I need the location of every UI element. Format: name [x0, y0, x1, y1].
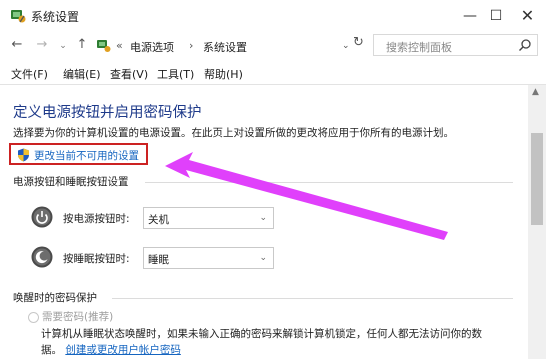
page-description: 选择要为你的计算机设置的电源设置。在此页上对设置所做的更改将应用于你所有的电源计… [13, 127, 454, 139]
control-panel-icon [97, 40, 111, 52]
section-divider [112, 298, 513, 299]
wake-explanation-prefix: 据。 [41, 344, 62, 356]
search-icon[interactable] [518, 38, 532, 52]
control-panel-icon [11, 10, 26, 23]
power-icon [31, 206, 53, 228]
page-title: 定义电源按钮并启用密码保护 [13, 105, 202, 121]
require-password-radio[interactable] [28, 312, 39, 323]
power-button-value: 关机 [148, 214, 169, 226]
address-dropdown-button[interactable]: ⌄ [342, 41, 350, 51]
menu-help[interactable]: 帮助(H) [204, 66, 243, 82]
breadcrumb-overflow[interactable]: « [116, 39, 123, 52]
back-button[interactable]: ← [8, 37, 26, 52]
wake-explanation-line2: 据。 创建或更改用户帐户密码 [41, 342, 181, 357]
forward-button[interactable]: → [33, 37, 51, 52]
close-button[interactable]: ✕ [509, 0, 546, 32]
scrollbar-thumb[interactable] [531, 133, 543, 225]
sleep-button-value: 睡眠 [148, 254, 169, 266]
menu-file[interactable]: 文件(F) [11, 66, 48, 82]
vertical-scrollbar[interactable]: ▲ [528, 85, 546, 359]
title-bar: 系统设置 — ☐ ✕ [0, 0, 546, 32]
search-placeholder: 搜索控制面板 [386, 41, 452, 54]
window-title: 系统设置 [31, 10, 80, 24]
require-password-label: 需要密码(推荐) [42, 311, 114, 323]
breadcrumb-separator: › [189, 39, 194, 52]
power-button-label: 按电源按钮时: [63, 213, 130, 225]
scroll-up-icon[interactable]: ▲ [532, 87, 539, 97]
address-bar[interactable]: « 电源选项 › 系统设置 ⌄ [93, 35, 365, 57]
menu-edit[interactable]: 编辑(E) [63, 66, 101, 82]
power-section-title: 电源按钮和睡眠按钮设置 [13, 176, 129, 188]
breadcrumb-power-options[interactable]: 电源选项 [130, 39, 174, 55]
main-content: 定义电源按钮并启用密码保护 选择要为你的计算机设置的电源设置。在此页上对设置所做… [0, 85, 528, 359]
section-divider [145, 182, 513, 183]
create-change-password-link[interactable]: 创建或更改用户帐户密码 [65, 344, 181, 356]
change-unavailable-settings-link[interactable]: 更改当前不可用的设置 [34, 148, 139, 163]
sleep-button-label: 按睡眠按钮时: [63, 253, 130, 265]
refresh-button[interactable]: ↻ [353, 35, 364, 50]
menu-tools[interactable]: 工具(T) [157, 66, 194, 82]
wake-explanation-line1: 计算机从睡眠状态唤醒时，如果未输入正确的密码来解锁计算机锁定，任何人都无法访问你… [41, 328, 482, 340]
moon-icon [31, 246, 53, 268]
change-settings-highlight[interactable]: 更改当前不可用的设置 [9, 143, 148, 165]
power-button-select[interactable]: 关机 ⌄ [143, 207, 274, 229]
uac-shield-icon [18, 148, 29, 162]
breadcrumb-system-settings[interactable]: 系统设置 [203, 39, 247, 55]
menu-view[interactable]: 查看(V) [110, 66, 148, 82]
menu-bar: 文件(F) 编辑(E) 查看(V) 工具(T) 帮助(H) [0, 62, 546, 84]
chevron-down-icon: ⌄ [259, 253, 267, 263]
recent-locations-button[interactable]: ⌄ [54, 41, 72, 51]
sleep-button-select[interactable]: 睡眠 ⌄ [143, 247, 274, 269]
up-button[interactable]: ↑ [73, 37, 91, 52]
search-input[interactable]: 搜索控制面板 [373, 34, 538, 56]
chevron-down-icon: ⌄ [259, 213, 267, 223]
wake-section-title: 唤醒时的密码保护 [13, 292, 97, 304]
